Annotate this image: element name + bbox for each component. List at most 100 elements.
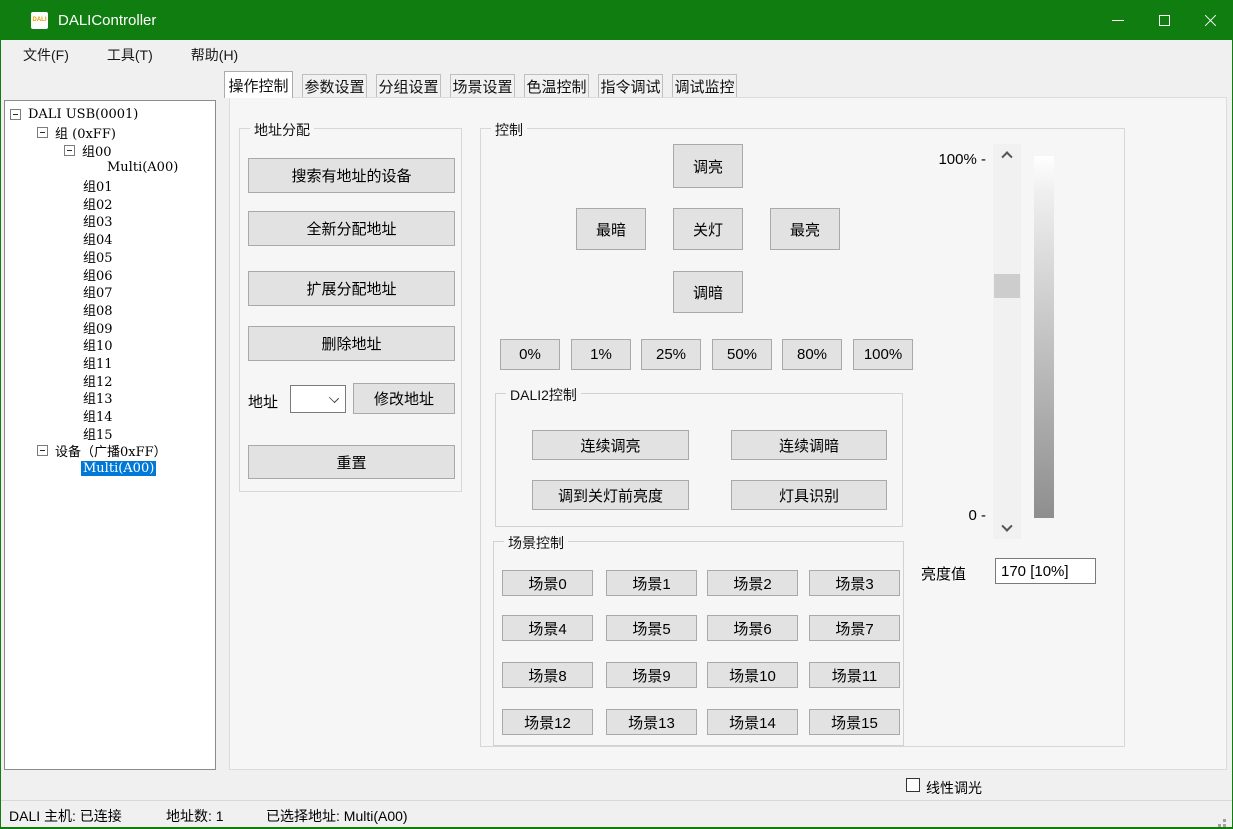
dim-button[interactable]: 调暗 [673,271,743,313]
tree-item-label: 组07 [81,282,115,301]
scene-0-button[interactable]: 场景0 [502,570,593,596]
collapse-icon[interactable] [64,145,75,156]
scene-4-button[interactable]: 场景4 [502,615,593,641]
tree-item-group06[interactable]: 组06 [5,265,215,283]
address-combobox[interactable] [290,385,346,413]
scene-6-button[interactable]: 场景6 [707,615,798,641]
brightness-value-field[interactable]: 170 [10%] [995,558,1096,584]
tree-item-device-broadcast[interactable]: 设备（广播0xFF） [5,442,215,460]
tree-item-multi-a00[interactable]: Multi(A00) [5,159,215,177]
tree-item-group13[interactable]: 组13 [5,389,215,407]
linear-dimming-checkbox[interactable] [906,778,920,792]
lamp-off-button[interactable]: 关灯 [673,208,743,250]
tab-debug-monitor[interactable]: 调试监控 [672,74,737,98]
status-selected-address: 已选择地址: Multi(A00) [266,806,408,826]
modify-address-button[interactable]: 修改地址 [353,383,455,414]
tab-page-operation-control: 地址分配 搜索有地址的设备 全新分配地址 扩展分配地址 删除地址 地址 修改地址… [229,97,1227,770]
status-host: DALI 主机: 已连接 [9,806,122,826]
scene-7-button[interactable]: 场景7 [809,615,900,641]
scene-8-button[interactable]: 场景8 [502,662,593,688]
scene-14-button[interactable]: 场景14 [707,709,798,735]
scene-2-button[interactable]: 场景2 [707,570,798,596]
scene-1-button[interactable]: 场景1 [606,570,697,596]
tab-command-debug[interactable]: 指令调试 [598,74,663,98]
continuous-brighten-button[interactable]: 连续调亮 [532,430,689,460]
scene-12-button[interactable]: 场景12 [502,709,593,735]
lamp-identify-button[interactable]: 灯具识别 [731,480,887,510]
scene-5-button[interactable]: 场景5 [606,615,697,641]
tree-item-group01[interactable]: 组01 [5,177,215,195]
scene-control-group: 场景控制 场景0 场景1 场景2 场景3 场景4 场景5 场景6 场景7 场景8… [493,541,904,746]
tree-item-group09[interactable]: 组09 [5,318,215,336]
tree-item-group02[interactable]: 组02 [5,194,215,212]
scene-11-button[interactable]: 场景11 [809,662,900,688]
percent-100-button[interactable]: 100% [853,339,913,370]
tree-item-group03[interactable]: 组03 [5,212,215,230]
scroll-down-button[interactable] [993,519,1021,539]
tree-item-group14[interactable]: 组14 [5,407,215,425]
minimize-button[interactable] [1095,0,1141,40]
percent-1-button[interactable]: 1% [571,339,631,370]
search-addressed-devices-button[interactable]: 搜索有地址的设备 [248,158,455,193]
tree-item-label: 组 (0xFF) [53,123,118,142]
collapse-icon[interactable] [37,127,48,138]
maximize-icon [1159,15,1170,26]
scene-10-button[interactable]: 场景10 [707,662,798,688]
brightness-value-label: 亮度值 [921,563,966,584]
assign-new-addresses-button[interactable]: 全新分配地址 [248,211,455,246]
tree-item-dali-usb[interactable]: DALI USB(0001) [5,106,215,124]
tree-item-group15[interactable]: 组15 [5,424,215,442]
brightness-scrollbar[interactable] [993,144,1021,539]
tab-parameter-settings[interactable]: 参数设置 [302,74,367,98]
collapse-icon[interactable] [37,445,48,456]
scroll-up-button[interactable] [993,144,1021,164]
maximize-button[interactable] [1141,0,1187,40]
tree-item-group10[interactable]: 组10 [5,336,215,354]
tree-item-group-root[interactable]: 组 (0xFF) [5,124,215,142]
brightness-gradient-bar [1034,156,1054,518]
tree-item-group07[interactable]: 组07 [5,283,215,301]
brighten-button[interactable]: 调亮 [673,144,743,188]
menu-tools[interactable]: 工具(T) [95,41,165,69]
scene-9-button[interactable]: 场景9 [606,662,697,688]
status-address-count: 地址数: 1 [166,806,224,826]
collapse-icon[interactable] [10,109,21,120]
tree-item-group04[interactable]: 组04 [5,230,215,248]
tree-item-multi-a00-selected[interactable]: Multi(A00) [5,460,215,478]
control-group-title: 控制 [491,120,527,140]
brightness-100-label: 100% - [901,151,986,168]
tab-scene-settings[interactable]: 场景设置 [450,74,515,98]
tab-grouping-settings[interactable]: 分组设置 [376,74,441,98]
tree-item-label: DALI USB(0001) [26,107,140,122]
resize-grip[interactable] [1223,819,1226,822]
percent-50-button[interactable]: 50% [712,339,772,370]
scene-15-button[interactable]: 场景15 [809,709,900,735]
tree-item-group11[interactable]: 组11 [5,354,215,372]
tab-color-temp-control[interactable]: 色温控制 [524,74,589,98]
tree-item-group12[interactable]: 组12 [5,371,215,389]
continuous-dim-button[interactable]: 连续调暗 [731,430,887,460]
menu-help[interactable]: 帮助(H) [179,41,250,69]
tree-item-group00[interactable]: 组00 [5,141,215,159]
delete-address-button[interactable]: 删除地址 [248,326,455,361]
extend-assign-addresses-button[interactable]: 扩展分配地址 [248,271,455,306]
percent-80-button[interactable]: 80% [782,339,842,370]
reset-button[interactable]: 重置 [248,445,455,479]
tree-item-label: 组08 [81,300,115,319]
scene-13-button[interactable]: 场景13 [606,709,697,735]
tab-operation-control[interactable]: 操作控制 [224,71,293,98]
minimum-brightness-button[interactable]: 最暗 [576,208,646,250]
chevron-down-icon [1001,521,1012,532]
percent-0-button[interactable]: 0% [500,339,560,370]
tree-item-group05[interactable]: 组05 [5,248,215,266]
close-button[interactable] [1187,0,1233,40]
percent-25-button[interactable]: 25% [641,339,701,370]
tree-item-label: 组01 [81,176,115,195]
scene-3-button[interactable]: 场景3 [809,570,900,596]
scrollbar-thumb[interactable] [994,274,1020,298]
tree-item-group08[interactable]: 组08 [5,301,215,319]
tree-item-label: Multi(A00) [81,461,156,476]
menu-file[interactable]: 文件(F) [11,41,81,69]
maximum-brightness-button[interactable]: 最亮 [770,208,840,250]
recall-last-level-button[interactable]: 调到关灯前亮度 [532,480,689,510]
